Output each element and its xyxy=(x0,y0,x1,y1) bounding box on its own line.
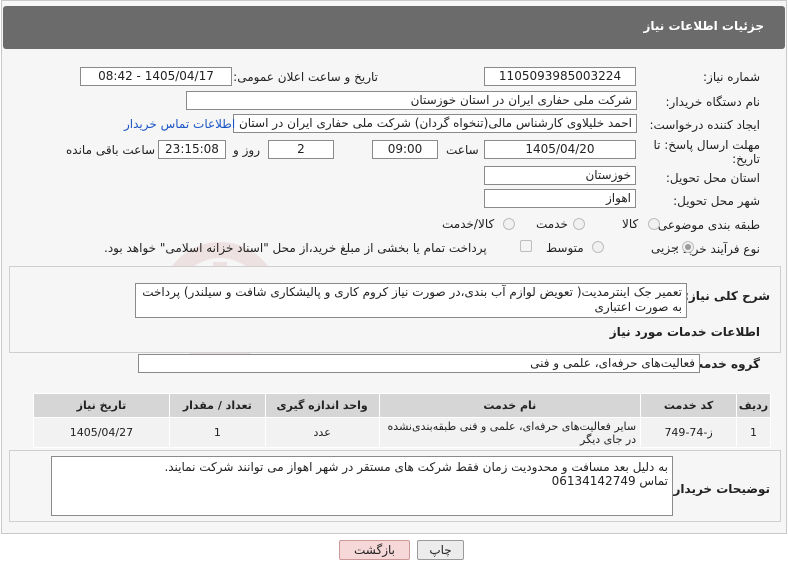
col-header-service-code: کد خدمت xyxy=(640,393,738,418)
province-label: استان محل تحویل: xyxy=(665,171,760,185)
payment-note: پرداخت تمام یا بخشی از مبلغ خرید،از محل … xyxy=(104,241,487,255)
buyer-notes-line-2: تماس 06134142749 xyxy=(551,474,668,488)
days-label: روز و xyxy=(233,143,260,157)
cell-row-number: 1 xyxy=(736,417,771,448)
need-number-field[interactable]: 1105093985003224 xyxy=(484,67,636,86)
need-number-label: شماره نیاز: xyxy=(703,70,760,84)
category-option-goods: کالا xyxy=(622,217,639,231)
category-label: طبقه بندی موضوعی: xyxy=(653,218,760,232)
table-row[interactable]: 1 ز-74-749 سایر فعالیت‌های حرفه‌ای، علمی… xyxy=(33,417,771,448)
province-field[interactable]: خوزستان xyxy=(484,166,636,185)
col-header-row-number: ردیف xyxy=(736,393,771,418)
col-header-need-date: تاریخ نیاز xyxy=(33,393,170,418)
creator-field[interactable]: احمد خلیلاوی کارشناس مالی(تنخواه گردان) … xyxy=(233,114,637,133)
purchase-radio-medium[interactable] xyxy=(592,241,604,253)
deadline-label: مهلت ارسال پاسخ: تا xyxy=(653,138,760,152)
category-radio-goods[interactable] xyxy=(648,218,660,230)
cell-need-date: 1405/04/27 xyxy=(33,417,170,448)
buyer-notes-line-1: به دلیل بعد مسافت و محدودیت زمان فقط شرک… xyxy=(164,460,668,474)
announce-label: تاریخ و ساعت اعلان عمومی: xyxy=(233,70,378,84)
category-option-service: خدمت xyxy=(536,217,568,231)
remaining-time-label: ساعت باقی مانده xyxy=(66,143,156,157)
back-button[interactable]: بازگشت xyxy=(339,540,410,560)
remaining-time-field[interactable]: 23:15:08 xyxy=(158,140,226,159)
cell-quantity: 1 xyxy=(168,417,266,448)
deadline-time-label: ساعت xyxy=(446,143,479,157)
category-radio-service[interactable] xyxy=(573,218,585,230)
deadline-date-field[interactable]: 1405/04/20 xyxy=(484,140,636,159)
deadline-time-field[interactable]: 09:00 xyxy=(372,140,438,159)
purchase-option-medium: متوسط xyxy=(546,241,584,255)
buyer-contact-link[interactable]: اطلاعات تماس خریدار xyxy=(124,117,235,131)
purchase-option-minor: جزیی xyxy=(651,241,679,255)
category-option-goods-service: کالا/خدمت xyxy=(442,217,495,231)
category-radio-goods-service[interactable] xyxy=(503,218,515,230)
buyer-org-field[interactable]: شرکت ملی حفاری ایران در استان خوزستان xyxy=(186,91,637,110)
cell-service-name: سایر فعالیت‌های حرفه‌ای، علمی و فنی طبقه… xyxy=(378,417,642,448)
service-group-field[interactable]: فعالیت‌های حرفه‌ای، علمی و فنی xyxy=(138,354,700,373)
col-header-unit: واحد اندازه گیری xyxy=(264,393,380,418)
buyer-org-label: نام دستگاه خریدار: xyxy=(665,95,761,109)
col-header-service-name: نام خدمت xyxy=(378,393,642,418)
purchase-radio-minor[interactable] xyxy=(682,241,694,253)
announce-field[interactable]: 1405/04/17 - 08:42 xyxy=(80,67,232,86)
page-title: جزئیات اطلاعات نیاز xyxy=(643,19,764,33)
services-table: ردیف کد خدمت نام خدمت واحد اندازه گیری ت… xyxy=(33,393,771,448)
city-field[interactable]: اهواز xyxy=(484,189,636,208)
deadline-label-date: تاریخ: xyxy=(732,152,760,166)
city-label: شهر محل تحویل: xyxy=(673,194,760,208)
days-remaining-field[interactable]: 2 xyxy=(268,140,334,159)
summary-textarea[interactable]: تعمیر جک اینترمدیت( تعویض لوازم آب بندی،… xyxy=(135,283,687,318)
summary-label: شرح کلی نیاز: xyxy=(684,289,770,303)
buyer-notes-textarea[interactable]: به دلیل بعد مسافت و محدودیت زمان فقط شرک… xyxy=(51,456,673,516)
services-title: اطلاعات خدمات مورد نیاز xyxy=(609,325,760,339)
creator-label: ایجاد کننده درخواست: xyxy=(649,118,760,132)
print-button[interactable]: چاپ xyxy=(417,540,464,560)
buyer-notes-label: توضیحات خریدار: xyxy=(668,482,770,496)
cell-service-code: ز-74-749 xyxy=(640,417,738,448)
treasury-checkbox[interactable] xyxy=(520,240,532,252)
col-header-quantity: تعداد / مقدار xyxy=(168,393,266,418)
cell-unit: عدد xyxy=(264,417,380,448)
